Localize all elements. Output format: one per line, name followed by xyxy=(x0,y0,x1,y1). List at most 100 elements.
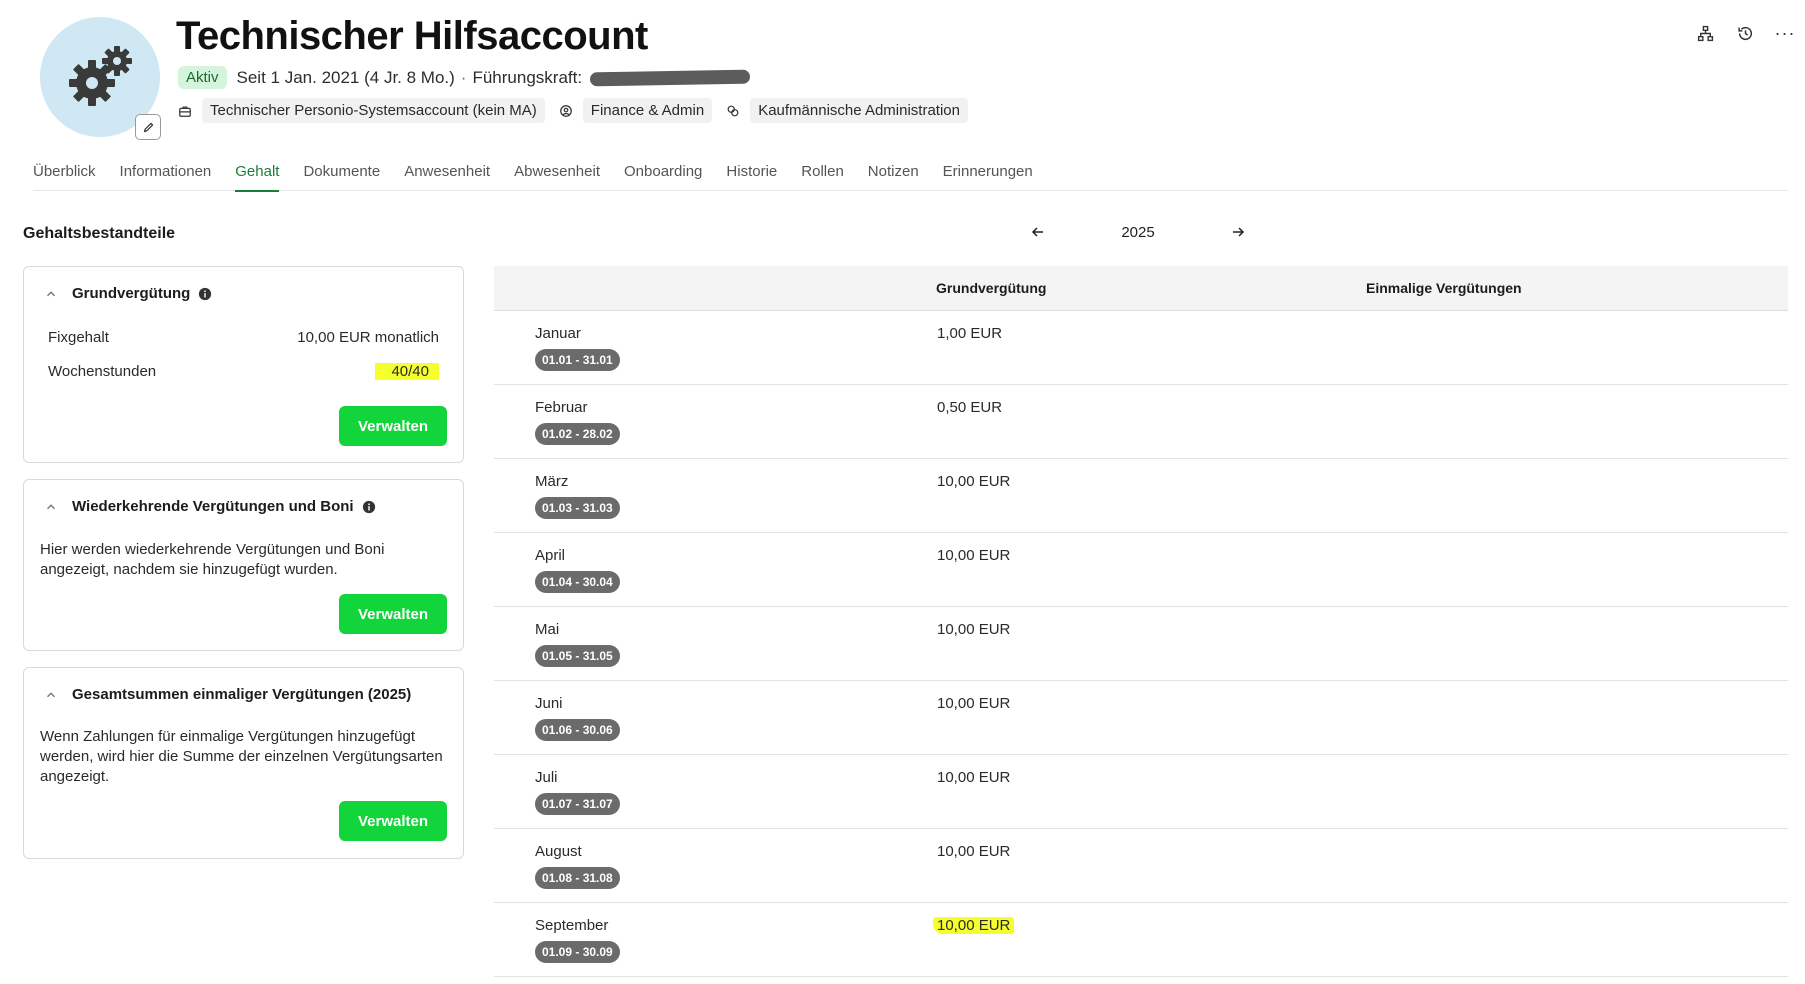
history-button[interactable] xyxy=(1725,22,1765,44)
tab-informationen[interactable]: Informationen xyxy=(120,163,212,191)
column-header-base-salary: Grundvergütung xyxy=(936,280,1047,296)
team-icon xyxy=(727,105,739,116)
fixed-salary-value: 10,00 EUR monatlich xyxy=(297,329,439,346)
base-salary-title: Grundvergütung xyxy=(72,285,191,302)
meta-row: Technischer Personio-Systemsaccount (kei… xyxy=(178,98,982,123)
recurring-title: Wiederkehrende Vergütungen und Boni xyxy=(72,498,354,515)
position-chip[interactable]: Technischer Personio-Systemsaccount (kei… xyxy=(202,98,545,123)
salary-table: Grundvergütung Einmalige Vergütungen Jan… xyxy=(494,266,1788,977)
tab-ueberblick[interactable]: Überblick xyxy=(33,163,96,191)
redacted-manager-name xyxy=(589,69,751,86)
date-range-badge: 01.02 - 28.02 xyxy=(535,423,620,445)
weekly-hours-value: 40/40 xyxy=(375,363,439,380)
table-row: Januar 01.01 - 31.01 1,00 EUR xyxy=(494,311,1788,385)
month-name: Mai xyxy=(535,621,560,638)
base-salary-card: Grundvergütung Fixgehalt 10,00 EUR monat… xyxy=(23,266,464,463)
month-name: Juni xyxy=(535,695,563,712)
info-icon[interactable] xyxy=(362,500,376,514)
chevron-up-icon xyxy=(47,290,55,296)
org-chart-icon xyxy=(1697,25,1713,41)
weekly-hours-row: Wochenstunden 40/40 xyxy=(48,363,439,380)
month-name: Juli xyxy=(535,769,558,786)
month-name: März xyxy=(535,473,569,490)
manager-label: Führungskraft: xyxy=(472,67,583,87)
base-salary-amount: 0,50 EUR xyxy=(937,399,1003,416)
table-header: Grundvergütung Einmalige Vergütungen xyxy=(494,266,1788,311)
recurring-description: Hier werden wiederkehrende Vergütungen u… xyxy=(40,541,385,578)
section-title: Gehaltsbestandteile xyxy=(23,225,176,242)
onetime-card-header[interactable]: Gesamtsummen einmaliger Vergütungen (202… xyxy=(44,686,411,703)
tab-notizen[interactable]: Notizen xyxy=(868,163,919,191)
chevron-up-icon xyxy=(47,503,55,509)
status-row: Aktiv Seit 1 Jan. 2021 (4 Jr. 8 Mo.) · F… xyxy=(178,66,751,89)
manage-base-salary-button[interactable]: Verwalten xyxy=(339,406,447,446)
onetime-description: Wenn Zahlungen für einmalige Vergütungen… xyxy=(40,728,443,785)
previous-year-button[interactable] xyxy=(1028,222,1048,242)
arrow-left-icon xyxy=(1031,227,1043,237)
chevron-up-icon xyxy=(47,691,55,697)
month-name: April xyxy=(535,547,566,564)
table-row: Februar 01.02 - 28.02 0,50 EUR xyxy=(494,385,1788,459)
separator: · xyxy=(460,67,467,87)
tab-dokumente[interactable]: Dokumente xyxy=(303,163,380,191)
weekly-hours-label: Wochenstunden xyxy=(48,363,157,380)
fixed-salary-label: Fixgehalt xyxy=(48,329,109,346)
manage-onetime-button[interactable]: Verwalten xyxy=(339,801,447,841)
tab-abwesenheit[interactable]: Abwesenheit xyxy=(514,163,600,191)
current-year: 2025 xyxy=(1121,223,1155,241)
date-range-badge: 01.08 - 31.08 xyxy=(535,867,620,889)
base-salary-card-header[interactable]: Grundvergütung xyxy=(44,285,212,302)
position-item: Technischer Personio-Systemsaccount (kei… xyxy=(178,98,545,123)
tab-bar: Überblick Informationen Gehalt Dokumente… xyxy=(33,163,1788,192)
date-range-badge: 01.05 - 31.05 xyxy=(535,645,620,667)
more-button[interactable]: ··· xyxy=(1765,22,1805,44)
department-chip[interactable]: Finance & Admin xyxy=(582,98,713,123)
org-chart-button[interactable] xyxy=(1685,22,1725,44)
table-row: Juni 01.06 - 30.06 10,00 EUR xyxy=(494,681,1788,755)
department-item: Finance & Admin xyxy=(559,98,713,123)
base-salary-amount: 10,00 EUR xyxy=(937,621,1011,638)
team-chip[interactable]: Kaufmännische Administration xyxy=(750,98,968,123)
table-row: August 01.08 - 31.08 10,00 EUR xyxy=(494,829,1788,903)
table-row: September 01.09 - 30.09 10,00 EUR xyxy=(494,903,1788,977)
month-name: Januar xyxy=(535,325,581,342)
department-icon xyxy=(559,104,572,117)
employment-since: Seit 1 Jan. 2021 (4 Jr. 8 Mo.) xyxy=(236,67,455,87)
month-name: Februar xyxy=(535,399,588,416)
column-header-onetime: Einmalige Vergütungen xyxy=(1366,280,1522,296)
gears-icon xyxy=(69,46,132,106)
page-title: Technischer Hilfsaccount xyxy=(176,14,648,58)
table-row: Mai 01.05 - 31.05 10,00 EUR xyxy=(494,607,1788,681)
date-range-badge: 01.01 - 31.01 xyxy=(535,349,620,371)
table-row: April 01.04 - 30.04 10,00 EUR xyxy=(494,533,1788,607)
date-range-badge: 01.06 - 30.06 xyxy=(535,719,620,741)
month-name: August xyxy=(535,843,582,860)
tab-erinnerungen[interactable]: Erinnerungen xyxy=(943,163,1033,191)
table-row: Juli 01.07 - 31.07 10,00 EUR xyxy=(494,755,1788,829)
info-icon[interactable] xyxy=(198,287,212,301)
base-salary-amount: 10,00 EUR xyxy=(937,547,1011,564)
status-badge: Aktiv xyxy=(178,66,227,89)
onetime-title: Gesamtsummen einmaliger Vergütungen (202… xyxy=(72,686,412,703)
base-salary-amount: 10,00 EUR xyxy=(937,695,1011,712)
tab-anwesenheit[interactable]: Anwesenheit xyxy=(404,163,490,191)
base-salary-amount: 10,00 EUR xyxy=(933,917,1015,934)
date-range-badge: 01.09 - 30.09 xyxy=(535,941,620,963)
base-salary-amount: 10,00 EUR xyxy=(937,769,1011,786)
next-year-button[interactable] xyxy=(1228,222,1248,242)
edit-avatar-button[interactable] xyxy=(135,114,161,140)
manage-recurring-button[interactable]: Verwalten xyxy=(339,594,447,634)
header-actions: ··· xyxy=(1685,22,1805,44)
tab-rollen[interactable]: Rollen xyxy=(801,163,844,191)
history-icon xyxy=(1737,26,1752,40)
recurring-card-header[interactable]: Wiederkehrende Vergütungen und Boni xyxy=(44,498,376,515)
briefcase-icon xyxy=(179,105,191,117)
date-range-badge: 01.03 - 31.03 xyxy=(535,497,620,519)
base-salary-amount: 1,00 EUR xyxy=(937,325,1003,342)
month-name: September xyxy=(535,917,609,934)
tab-historie[interactable]: Historie xyxy=(726,163,777,191)
team-item: Kaufmännische Administration xyxy=(726,98,968,123)
more-icon: ··· xyxy=(1774,23,1796,43)
tab-gehalt[interactable]: Gehalt xyxy=(235,163,280,192)
tab-onboarding[interactable]: Onboarding xyxy=(624,163,702,191)
